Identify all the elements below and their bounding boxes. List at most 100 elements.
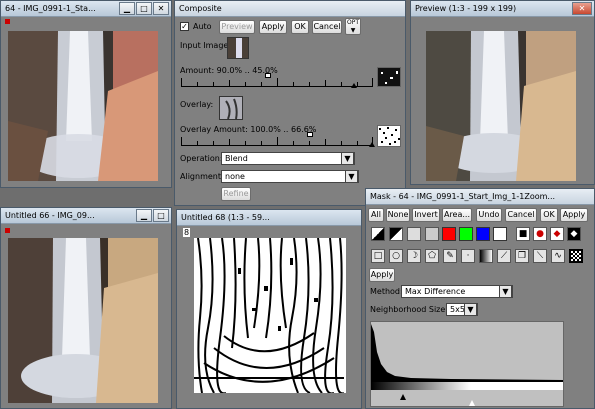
mask-dialog[interactable]: Mask - 64 - IMG_0991-1_Start_Img_1-1Zoom…: [365, 188, 595, 409]
window-corner-marker: [5, 228, 10, 233]
select-subtract-icon[interactable]: [407, 227, 421, 241]
image-window-64[interactable]: 64 - IMG_0991-1_Sta... ▁ □ ✕: [0, 0, 172, 188]
close-icon[interactable]: ✕: [153, 2, 169, 15]
auto-checkbox[interactable]: ✓: [180, 22, 189, 31]
composite-result-image[interactable]: [8, 238, 158, 403]
lasso-tool-icon[interactable]: ☽: [407, 249, 421, 263]
wand-tool-icon[interactable]: ⟋: [497, 249, 511, 263]
overlay-amount-label: Overlay Amount: 100.0% .. 66.6%: [180, 125, 317, 134]
green-color-swatch[interactable]: [459, 227, 473, 241]
polygon-tool-icon[interactable]: ⬠: [425, 249, 439, 263]
overlay-label: Overlay:: [180, 100, 214, 109]
copy-tool-icon[interactable]: ❐: [515, 249, 529, 263]
titlebar[interactable]: Mask - 64 - IMG_0991-1_Start_Img_1-1Zoom…: [366, 189, 594, 205]
select-intersect-icon[interactable]: [425, 227, 439, 241]
undo-button[interactable]: Undo: [476, 208, 502, 222]
black-diamond-icon[interactable]: ◆: [567, 227, 581, 241]
cancel-button[interactable]: Cancel: [312, 20, 342, 34]
chevron-down-icon[interactable]: ▼: [464, 303, 477, 316]
preview-button[interactable]: Preview: [219, 20, 255, 34]
amount-slider[interactable]: [181, 73, 373, 88]
chevron-down-icon[interactable]: ▼: [499, 285, 512, 298]
white-color-swatch[interactable]: [493, 227, 507, 241]
waterfall-image[interactable]: [8, 31, 158, 181]
bit-depth-badge: 8: [183, 228, 191, 237]
dialog-title: Mask - 64 - IMG_0991-1_Start_Img_1-1Zoom…: [370, 192, 556, 201]
method-label: Method:: [370, 287, 403, 296]
low-threshold-marker: [400, 394, 406, 400]
chevron-down-icon[interactable]: ▼: [341, 152, 354, 165]
titlebar[interactable]: Untitled 68 (1:3 - 59...: [177, 210, 361, 226]
minimize-button[interactable]: ▁: [119, 2, 135, 15]
maximize-button[interactable]: □: [153, 209, 169, 222]
checker-tool-icon[interactable]: [569, 249, 583, 263]
operation-select[interactable]: Blend ▼: [221, 152, 355, 165]
overlay-thumb-secondary[interactable]: [307, 132, 313, 137]
overlay-amount-slider[interactable]: [181, 132, 375, 147]
circle-tool-icon[interactable]: ○: [389, 249, 403, 263]
maximize-button[interactable]: □: [136, 2, 152, 15]
minimize-button[interactable]: ▁: [136, 209, 152, 222]
alignment-value: none: [225, 172, 245, 181]
high-threshold-marker: [469, 400, 475, 406]
select-add-icon[interactable]: [389, 227, 403, 241]
square-tool-icon[interactable]: □: [371, 249, 385, 263]
red-diamond-icon[interactable]: ◆: [550, 227, 564, 241]
red-color-swatch[interactable]: [442, 227, 456, 241]
mask-mode-icon[interactable]: ■: [516, 227, 530, 241]
close-icon[interactable]: ✕: [572, 2, 592, 15]
dot-tool-icon[interactable]: ·: [461, 249, 475, 263]
titlebar[interactable]: Composite: [175, 1, 405, 17]
all-button[interactable]: All: [368, 208, 384, 222]
overlay-image-thumb[interactable]: [219, 96, 243, 120]
refine-button[interactable]: Refine: [221, 187, 251, 201]
histogram-gradient: [371, 382, 471, 390]
image-window-66[interactable]: Untitled 66 - IMG_09... ▁ □: [0, 207, 172, 409]
dialog-title: Composite: [179, 4, 222, 13]
amount-label: Amount: 90.0% .. 45.0%: [180, 66, 278, 75]
input-image-label: Input Image:: [180, 41, 232, 50]
titlebar[interactable]: Untitled 66 - IMG_09... ▁ □: [1, 208, 171, 224]
image-window-68[interactable]: Untitled 68 (1:3 - 59... 8: [176, 209, 362, 409]
method-apply-button[interactable]: Apply: [369, 268, 395, 282]
amount-thumb-secondary[interactable]: [265, 73, 271, 78]
chevron-down-icon[interactable]: ▼: [345, 170, 358, 183]
histogram-panel[interactable]: [370, 321, 564, 407]
apply-button[interactable]: Apply: [560, 208, 588, 222]
preview-window[interactable]: Preview (1:3 - 199 x 199) ✕: [410, 0, 595, 185]
edge-mask-image[interactable]: [194, 238, 346, 393]
overlay-amount-thumb[interactable]: [369, 142, 375, 147]
apply-button[interactable]: Apply: [259, 20, 287, 34]
preview-image[interactable]: [426, 31, 576, 181]
window-title: Preview (1:3 - 199 x 199): [415, 4, 517, 13]
composite-dialog[interactable]: Composite ✓ Auto Preview Apply OK Cancel…: [174, 0, 406, 206]
titlebar[interactable]: 64 - IMG_0991-1_Sta... ▁ □ ✕: [1, 1, 171, 17]
select-rect-icon[interactable]: [371, 227, 385, 241]
method-select[interactable]: Max Difference ▼: [401, 285, 513, 298]
blue-color-swatch[interactable]: [476, 227, 490, 241]
histogram-curve: [371, 324, 563, 382]
edge-tool-icon[interactable]: ⟍: [533, 249, 547, 263]
ok-button[interactable]: OK: [291, 20, 309, 34]
cancel-button[interactable]: Cancel: [505, 208, 537, 222]
curve-tool-icon[interactable]: ∿: [551, 249, 565, 263]
alignment-select[interactable]: none ▼: [221, 170, 359, 183]
red-dot-icon[interactable]: ●: [533, 227, 547, 241]
brush-tool-icon[interactable]: ✎: [443, 249, 457, 263]
overlay-preview-swatch: [377, 125, 401, 147]
options-button[interactable]: OPT ▼: [345, 18, 361, 35]
chevron-down-icon: ▼: [350, 27, 356, 34]
invert-button[interactable]: Invert: [412, 208, 440, 222]
alignment-label: Alignment:: [180, 172, 224, 181]
input-image-thumb[interactable]: [227, 37, 249, 59]
ok-button[interactable]: OK: [540, 208, 558, 222]
titlebar[interactable]: Preview (1:3 - 199 x 199) ✕: [411, 1, 594, 17]
amount-thumb[interactable]: [351, 83, 357, 88]
none-button[interactable]: None: [386, 208, 410, 222]
gradient-tool-icon[interactable]: [479, 249, 493, 263]
neighborhood-select[interactable]: 5x5 ▼: [446, 303, 478, 316]
amount-preview-swatch: [377, 67, 401, 87]
window-corner-marker: [5, 19, 10, 24]
area-button[interactable]: Area...: [442, 208, 472, 222]
neighborhood-label: Neighborhood Size:: [370, 305, 448, 314]
